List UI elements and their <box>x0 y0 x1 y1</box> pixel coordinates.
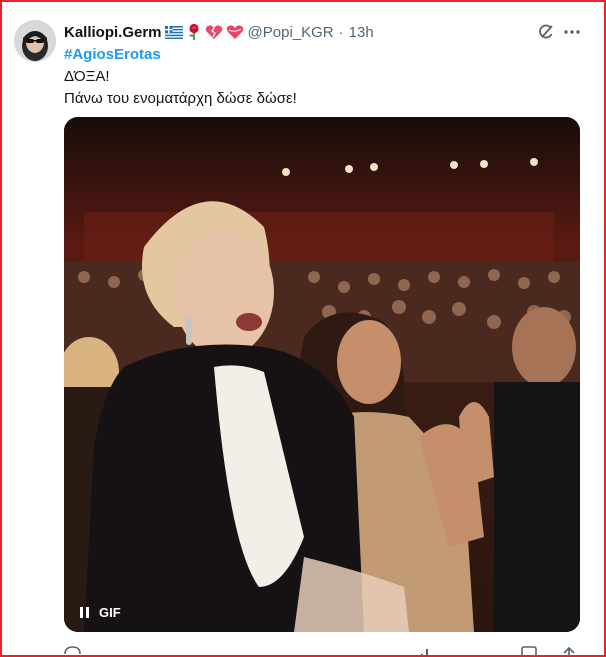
share-icon[interactable] <box>563 646 575 657</box>
greek-flag-icon <box>164 25 183 39</box>
tweet-text-line-2: Πάνω του ενοματάρχη δώσε δώσε! <box>64 90 297 107</box>
avatar-image <box>14 20 56 62</box>
views-icon[interactable] <box>421 649 428 657</box>
tweet-header: Kalliopi.Germ @Popi_KGR · 13h <box>64 22 544 42</box>
tweet-actions <box>64 646 580 657</box>
gif-frame-image <box>64 117 580 632</box>
more-options-icon[interactable] <box>562 22 582 42</box>
display-name[interactable]: Kalliopi.Germ <box>64 24 162 41</box>
timestamp[interactable]: 13h <box>349 24 374 41</box>
tweet-text: #AgiosErotas ΔΌΞΑ! Πάνω του ενοματάρχη δ… <box>64 44 297 110</box>
reply-icon[interactable] <box>64 646 81 655</box>
hashtag-link[interactable]: #AgiosErotas <box>64 44 297 66</box>
user-handle[interactable]: @Popi_KGR <box>248 24 334 41</box>
avatar[interactable] <box>14 20 56 62</box>
rose-icon <box>186 23 202 41</box>
heart-with-ribbon-icon <box>226 24 244 40</box>
gif-badge: GIF <box>99 605 121 620</box>
tweet-text-line-1: ΔΌΞΑ! <box>64 68 110 85</box>
separator-dot: · <box>338 23 344 41</box>
broken-heart-icon <box>205 24 223 40</box>
grok-icon[interactable] <box>536 22 556 42</box>
gif-controls[interactable]: GIF <box>76 605 121 620</box>
bookmark-icon[interactable] <box>521 646 537 657</box>
tweet-card[interactable]: Kalliopi.Germ @Popi_KGR · 13h #AgiosErot… <box>0 0 606 657</box>
pause-icon[interactable] <box>80 607 89 618</box>
gif-media[interactable]: GIF <box>64 117 580 632</box>
